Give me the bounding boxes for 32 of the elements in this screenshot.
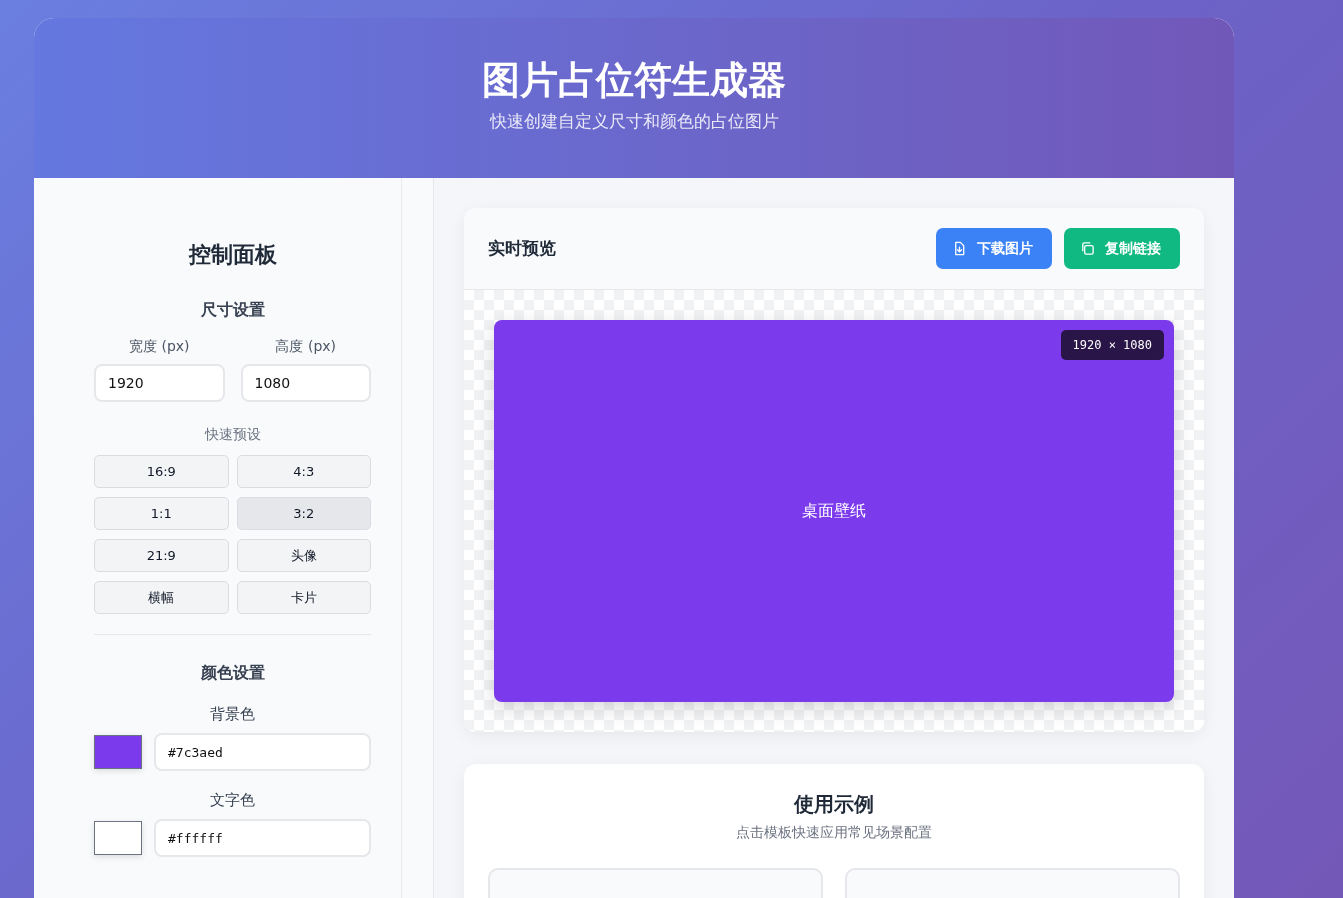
copy-icon (1080, 241, 1095, 256)
preset-button[interactable]: 21:9 (94, 539, 229, 572)
panel-title: 控制面板 (187, 241, 278, 269)
preset-button[interactable]: 横幅 (94, 581, 229, 614)
page-subtitle: 快速创建自定义尺寸和颜色的占位图片 (488, 110, 780, 133)
preset-button[interactable]: 头像 (236, 539, 371, 572)
preset-button[interactable]: 卡片 (236, 581, 371, 614)
field-label: 背景色 (209, 704, 256, 725)
color-input[interactable]: #7c3aed (154, 733, 371, 771)
color-input[interactable]: #ffffff (154, 819, 371, 857)
presets-label: 快速预设 (203, 425, 262, 444)
preset-button[interactable]: 1:1 (94, 497, 229, 530)
examples-title: 使用示例 (793, 791, 875, 818)
color-swatch[interactable] (94, 735, 142, 769)
field-label: 文字色 (209, 790, 256, 811)
width-input[interactable]: 1920 (94, 364, 225, 402)
height-input[interactable]: 1080 (240, 364, 371, 402)
section-title: 颜色设置 (199, 662, 266, 684)
field-label: 高度 (px) (274, 337, 337, 356)
preset-button[interactable]: 16:9 (94, 455, 229, 488)
field-label: 宽度 (px) (127, 337, 191, 356)
page-title: 图片占位符生成器 (481, 57, 787, 104)
color-swatch[interactable] (94, 821, 142, 855)
file-download-icon (952, 241, 967, 256)
preset-button[interactable]: 4:3 (236, 455, 371, 488)
download-button[interactable]: 下载图片 (936, 228, 1052, 269)
preset-button[interactable]: 3:2 (236, 497, 371, 530)
preview-title: 实时预览 (488, 237, 556, 260)
placeholder-text: 桌面壁纸 (802, 500, 866, 522)
examples-subtitle: 点击模板快速应用常见场景配置 (735, 824, 933, 842)
size-badge: 1920 × 1080 (1060, 330, 1164, 360)
section-title: 尺寸设置 (199, 299, 266, 321)
